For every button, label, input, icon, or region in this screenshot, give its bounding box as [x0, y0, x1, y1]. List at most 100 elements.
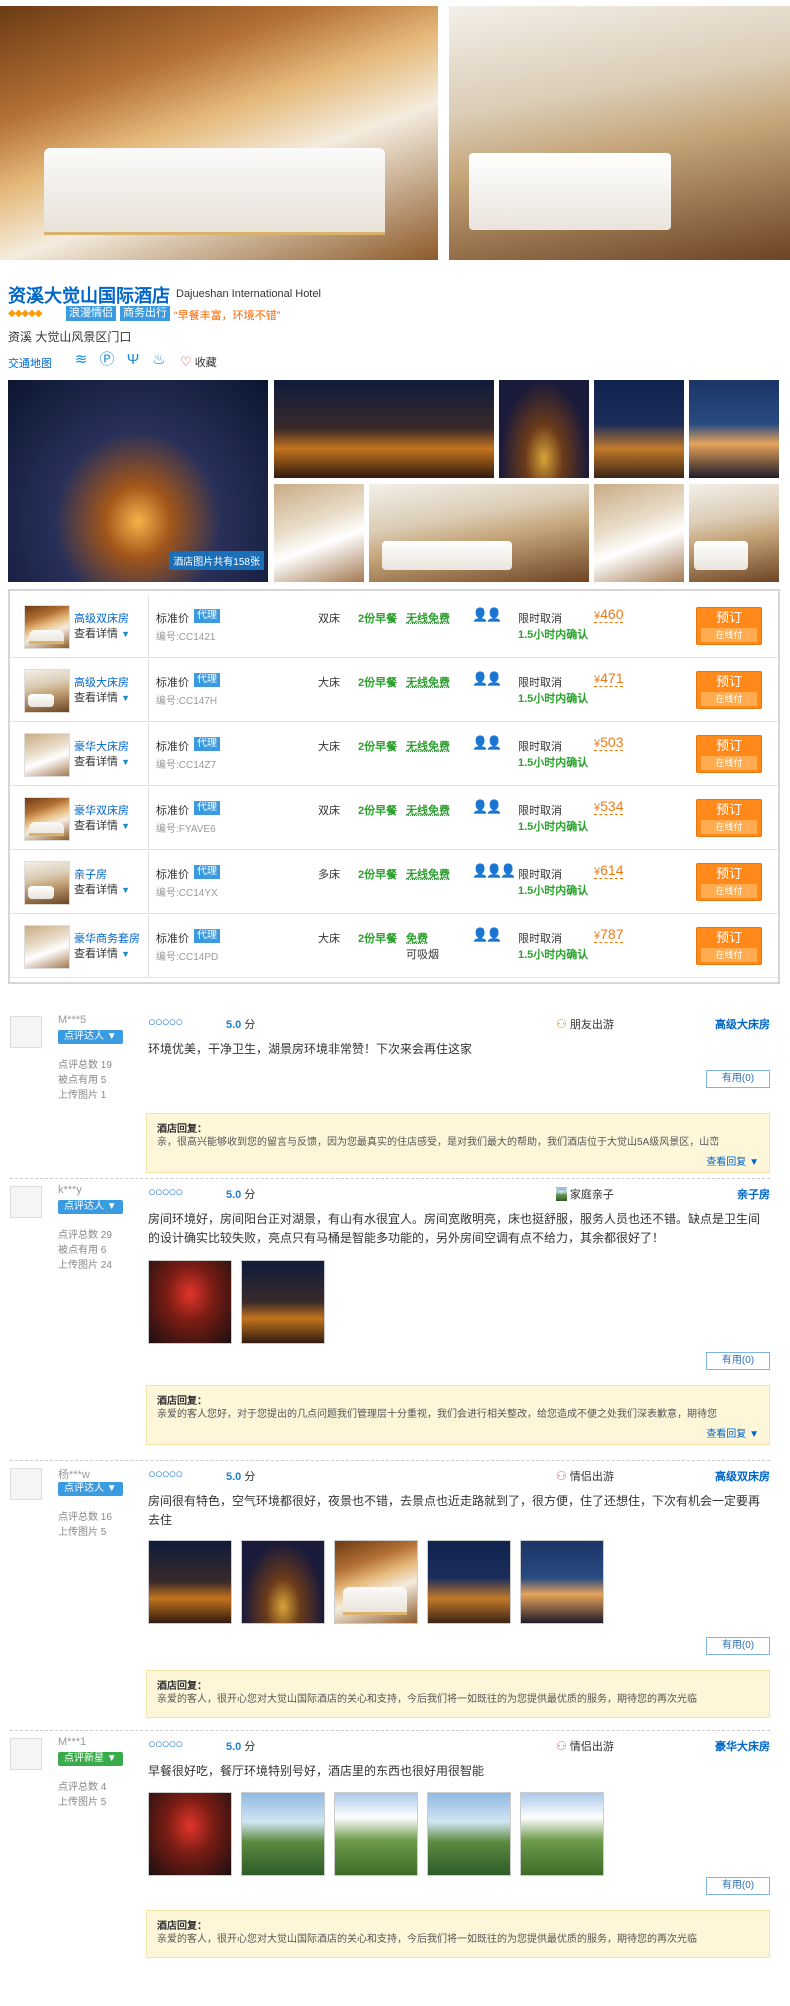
room-detail-link[interactable]: 查看详情 ▼	[74, 753, 130, 769]
gallery-photo[interactable]	[594, 380, 684, 478]
hotel-room-photo-2[interactable]	[449, 6, 790, 260]
room-thumbnail[interactable]	[24, 605, 70, 649]
room-thumbnail[interactable]	[24, 669, 70, 713]
avatar[interactable]	[10, 1186, 42, 1218]
room-code: 编号:FYAVE6	[156, 824, 216, 835]
price-value: 787	[600, 926, 624, 942]
view-reply-link[interactable]: 查看回复 ▼	[706, 1425, 759, 1440]
photo-count-badge[interactable]: 酒店图片共有158张	[169, 551, 264, 570]
useful-button[interactable]: 有用(0)	[706, 1070, 770, 1088]
review-photo[interactable]	[520, 1540, 604, 1624]
room-price[interactable]: ¥534	[594, 798, 624, 815]
review-photo[interactable]	[241, 1792, 325, 1876]
room-price[interactable]: ¥787	[594, 926, 624, 943]
room-detail-link[interactable]: 查看详情 ▼	[74, 881, 130, 897]
room-thumbnail[interactable]	[24, 733, 70, 777]
price-value: 534	[600, 798, 624, 814]
room-price[interactable]: ¥460	[594, 606, 624, 623]
room-name-link[interactable]: 亲子房	[74, 866, 107, 882]
cancel-policy[interactable]: 限时取消	[518, 610, 562, 626]
gallery-photo[interactable]	[369, 484, 589, 582]
review-photo[interactable]	[334, 1792, 418, 1876]
wifi-info[interactable]: 无线免费	[406, 866, 450, 882]
useful-button[interactable]: 有用(0)	[706, 1637, 770, 1655]
review-photo[interactable]	[520, 1792, 604, 1876]
room-detail-link[interactable]: 查看详情 ▼	[74, 945, 130, 961]
room-detail-link[interactable]: 查看详情 ▼	[74, 625, 130, 641]
book-button[interactable]: 预订 在线付	[696, 927, 762, 965]
person-icon: 👤👤	[472, 607, 502, 622]
review-photo[interactable]	[427, 1540, 511, 1624]
gallery-photo[interactable]	[689, 380, 779, 478]
wifi-info[interactable]: 免费	[406, 930, 428, 946]
book-button[interactable]: 预订 在线付	[696, 863, 762, 901]
review-photo[interactable]	[241, 1260, 325, 1344]
avatar[interactable]	[10, 1016, 42, 1048]
cancel-policy[interactable]: 限时取消	[518, 674, 562, 690]
review-room-link[interactable]: 高级大床房	[715, 1016, 770, 1032]
user-name[interactable]: M***5	[58, 1014, 86, 1026]
hotel-room-photo-1[interactable]	[0, 6, 438, 260]
room-thumbnail[interactable]	[24, 861, 70, 905]
room-thumbnail[interactable]	[24, 797, 70, 841]
book-button[interactable]: 预订 在线付	[696, 671, 762, 709]
gallery-main-photo[interactable]: 酒店图片共有158张	[8, 380, 268, 582]
review-room-link[interactable]: 亲子房	[737, 1186, 770, 1202]
room-name-link[interactable]: 豪华大床房	[74, 738, 129, 754]
rating-circles-icon: ○○○○○	[148, 1014, 183, 1029]
room-name-link[interactable]: 豪华双床房	[74, 802, 129, 818]
trip-type: ⚇ 情侣出游	[556, 1468, 614, 1484]
confirm-time: 1.5小时内确认	[518, 629, 589, 641]
book-button[interactable]: 预订 在线付	[696, 607, 762, 645]
wifi-info[interactable]: 无线免费	[406, 802, 450, 818]
view-reply-link[interactable]: 查看回复 ▼	[706, 1153, 759, 1168]
user-name[interactable]: k***y	[58, 1184, 82, 1196]
book-button[interactable]: 预订 在线付	[696, 799, 762, 837]
traffic-map-link[interactable]: 交通地图	[8, 355, 52, 371]
review-photo[interactable]	[427, 1792, 511, 1876]
wifi-info[interactable]: 无线免费	[406, 674, 450, 690]
room-price[interactable]: ¥503	[594, 734, 624, 751]
avatar[interactable]	[10, 1738, 42, 1770]
user-name[interactable]: 杨***w	[58, 1466, 90, 1482]
useful-button[interactable]: 有用(0)	[706, 1877, 770, 1895]
wifi-info[interactable]: 无线免费	[406, 610, 450, 626]
cancel-policy[interactable]: 限时取消	[518, 930, 562, 946]
review-room-link[interactable]: 豪华大床房	[715, 1738, 770, 1754]
gallery-photo[interactable]	[689, 484, 779, 582]
review-room-link[interactable]: 高级双床房	[715, 1468, 770, 1484]
room-name-link[interactable]: 高级大床房	[74, 674, 129, 690]
room-price[interactable]: ¥614	[594, 862, 624, 879]
cancel-policy[interactable]: 限时取消	[518, 802, 562, 818]
wifi-info[interactable]: 无线免费	[406, 738, 450, 754]
review-divider	[10, 1460, 770, 1461]
user-name[interactable]: M***1	[58, 1736, 86, 1748]
avatar[interactable]	[10, 1468, 42, 1500]
review-photo[interactable]	[334, 1540, 418, 1624]
room-detail-link[interactable]: 查看详情 ▼	[74, 689, 130, 705]
cancel-policy[interactable]: 限时取消	[518, 866, 562, 882]
cancel-policy[interactable]: 限时取消	[518, 738, 562, 754]
review-photo[interactable]	[148, 1260, 232, 1344]
review-photo[interactable]	[148, 1792, 232, 1876]
tag-business[interactable]: 商务出行	[120, 306, 170, 321]
gallery-photo[interactable]	[594, 484, 684, 582]
gallery-photo[interactable]	[274, 484, 364, 582]
chevron-down-icon: ▼	[106, 1201, 117, 1212]
breakfast: 2份早餐	[358, 805, 398, 817]
room-name-link[interactable]: 豪华商务套房	[74, 930, 140, 946]
room-detail-label: 查看详情	[74, 820, 118, 832]
room-detail-link[interactable]: 查看详情 ▼	[74, 817, 130, 833]
room-price[interactable]: ¥471	[594, 670, 624, 687]
useful-button[interactable]: 有用(0)	[706, 1352, 770, 1370]
room-thumbnail[interactable]	[24, 925, 70, 969]
review-photo[interactable]	[241, 1540, 325, 1624]
gallery-photo[interactable]	[499, 380, 589, 478]
room-name-link[interactable]: 高级双床房	[74, 610, 129, 626]
tag-romantic[interactable]: 浪漫情侣	[66, 306, 116, 321]
chevron-down-icon: ▼	[106, 1483, 117, 1494]
gallery-photo[interactable]	[274, 380, 494, 478]
favorite-button[interactable]: ♡ 收藏	[180, 354, 217, 370]
book-button[interactable]: 预订 在线付	[696, 735, 762, 773]
review-photo[interactable]	[148, 1540, 232, 1624]
